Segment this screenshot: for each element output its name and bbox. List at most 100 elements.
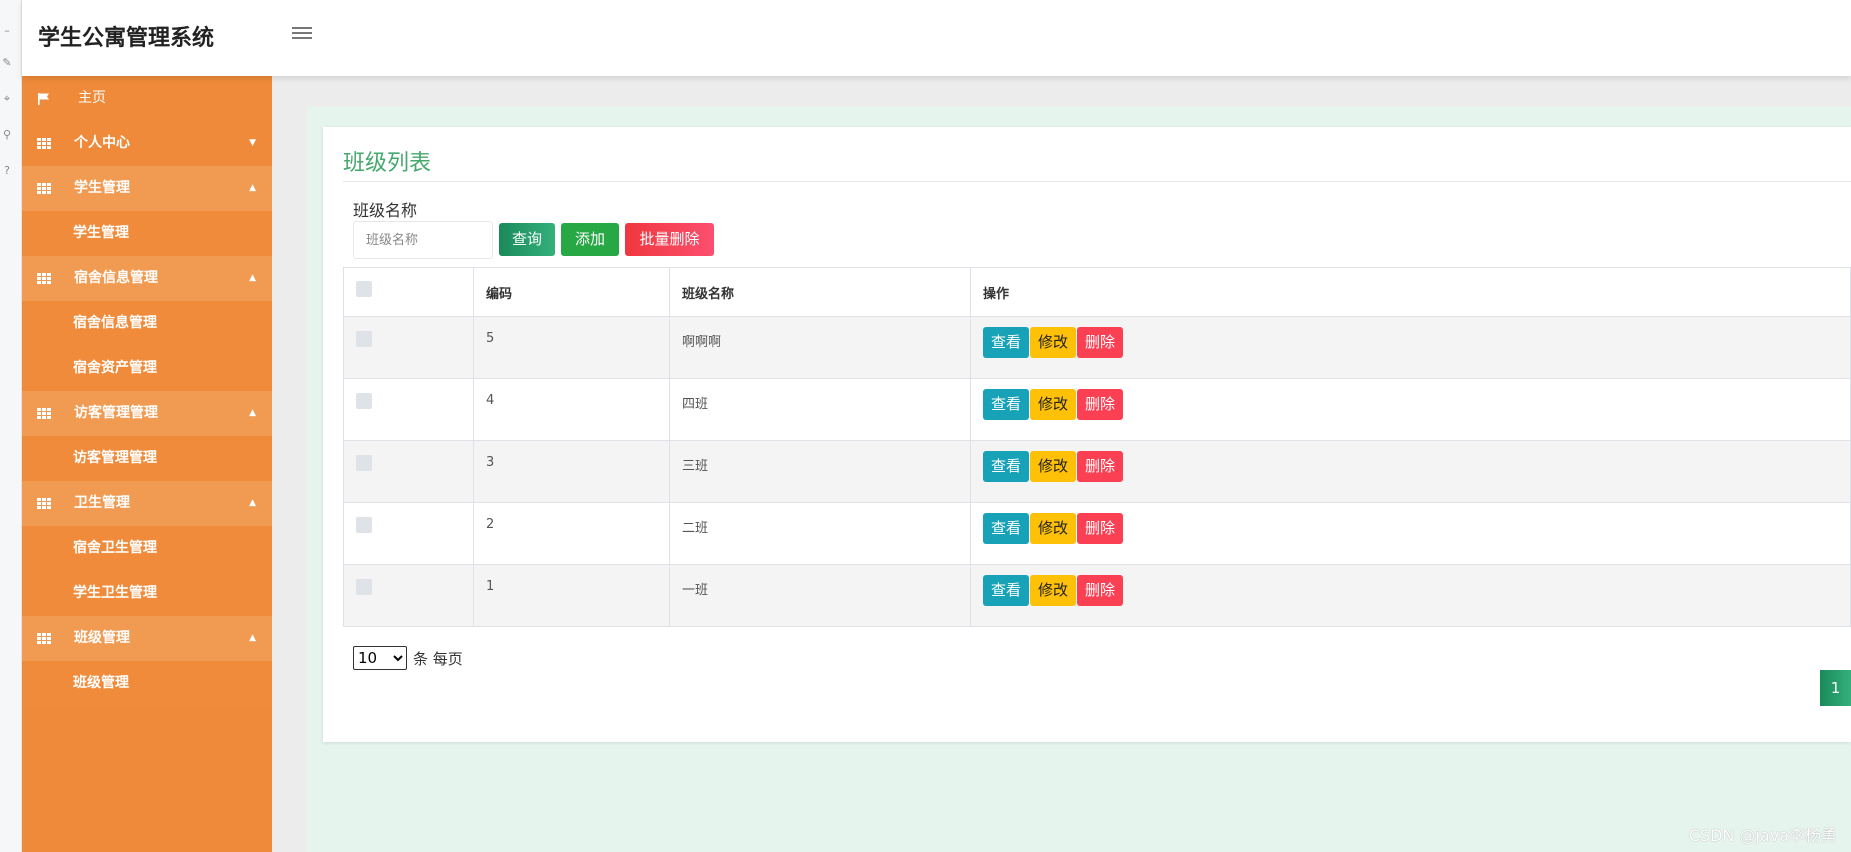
table-row: 5 啊啊啊 查看 修改 删除 — [343, 316, 1851, 379]
actions-cell: 查看 修改 删除 — [970, 316, 1851, 379]
table-row: 3 三班 查看 修改 删除 — [343, 440, 1851, 503]
delete-button[interactable]: 删除 — [1077, 575, 1124, 606]
pen-icon[interactable]: ✎ — [0, 56, 14, 70]
grid-icon — [36, 616, 52, 661]
view-button[interactable]: 查看 — [983, 327, 1030, 358]
sidebar-group-label: 班级管理 — [74, 630, 130, 646]
app-title: 学生公寓管理系统 — [38, 26, 215, 51]
select-cell — [343, 378, 474, 441]
sidebar-subitem[interactable]: 班级管理 — [22, 661, 272, 706]
edit-button[interactable]: 修改 — [1030, 327, 1077, 358]
batch-delete-button[interactable]: 批量删除 — [625, 223, 714, 256]
column-header: 班级名称 — [669, 267, 971, 317]
select-all-checkbox[interactable] — [356, 281, 372, 297]
sidebar-group-students[interactable]: 学生管理 ▲ — [22, 166, 272, 211]
view-button[interactable]: 查看 — [983, 575, 1030, 606]
class-name-cell: 一班 — [669, 564, 971, 627]
code-cell: 4 — [473, 378, 670, 441]
code-cell: 1 — [473, 564, 670, 627]
page-size-control: 10 条 每页 — [353, 646, 463, 670]
delete-button[interactable]: 删除 — [1077, 451, 1124, 482]
sidebar-subitem[interactable]: 宿舍卫生管理 — [22, 526, 272, 571]
edit-button[interactable]: 修改 — [1030, 575, 1077, 606]
class-name-cell: 啊啊啊 — [669, 316, 971, 379]
class-name-cell: 二班 — [669, 502, 971, 565]
minus-icon[interactable]: – — [0, 24, 14, 38]
caret-up-icon: ▲ — [249, 633, 256, 643]
page-size-suffix: 条 每页 — [413, 649, 463, 668]
code-cell: 5 — [473, 316, 670, 379]
column-header: 操作 — [970, 267, 1851, 317]
edge-toolbar: – ✎ ⌖ ⚲ ? — [0, 0, 22, 852]
edit-button[interactable]: 修改 — [1030, 451, 1077, 482]
delete-button[interactable]: 删除 — [1077, 389, 1124, 420]
query-button[interactable]: 查询 — [499, 223, 555, 256]
watermark: CSDN @java李杨勇 — [1688, 826, 1837, 845]
row-checkbox[interactable] — [356, 331, 372, 347]
select-all-cell — [343, 267, 474, 317]
sidebar-group-label: 卫生管理 — [74, 495, 130, 511]
grid-icon — [36, 121, 52, 166]
sidebar-item-label: 主页 — [78, 90, 106, 106]
edit-button[interactable]: 修改 — [1030, 389, 1077, 420]
menu-toggle-icon[interactable] — [290, 24, 314, 44]
sidebar-subitem[interactable]: 宿舍资产管理 — [22, 346, 272, 391]
sidebar-group-label: 宿舍信息管理 — [74, 270, 158, 286]
grid-icon — [36, 391, 52, 436]
row-checkbox[interactable] — [356, 579, 372, 595]
edit-button[interactable]: 修改 — [1030, 513, 1077, 544]
select-cell — [343, 564, 474, 627]
actions-cell: 查看 修改 删除 — [970, 440, 1851, 503]
class-name-search-input[interactable] — [353, 221, 493, 259]
delete-button[interactable]: 删除 — [1077, 327, 1124, 358]
sidebar-group-label: 访客管理管理 — [74, 405, 158, 421]
sidebar-group-classes[interactable]: 班级管理 ▲ — [22, 616, 272, 661]
row-checkbox[interactable] — [356, 455, 372, 471]
actions-cell: 查看 修改 删除 — [970, 502, 1851, 565]
sidebar-subitem[interactable]: 学生管理 — [22, 211, 272, 256]
add-button[interactable]: 添加 — [561, 223, 619, 256]
flag-icon — [36, 76, 52, 121]
pagination-page-button[interactable]: 1 — [1820, 670, 1851, 706]
row-checkbox[interactable] — [356, 517, 372, 533]
caret-up-icon: ▲ — [249, 183, 256, 193]
code-cell: 2 — [473, 502, 670, 565]
top-header: 学生公寓管理系统 — [22, 0, 1851, 76]
view-button[interactable]: 查看 — [983, 513, 1030, 544]
view-button[interactable]: 查看 — [983, 451, 1030, 482]
page-size-select[interactable]: 10 — [353, 646, 407, 670]
row-checkbox[interactable] — [356, 393, 372, 409]
column-header: 编码 — [473, 267, 670, 317]
pin-icon[interactable]: ⌖ — [0, 92, 14, 106]
link-icon[interactable]: ⚲ — [0, 128, 14, 142]
delete-button[interactable]: 删除 — [1077, 513, 1124, 544]
view-button[interactable]: 查看 — [983, 389, 1030, 420]
code-cell: 3 — [473, 440, 670, 503]
grid-icon — [36, 166, 52, 211]
sidebar-subitem[interactable]: 访客管理管理 — [22, 436, 272, 481]
search-label: 班级名称 — [353, 201, 418, 220]
select-cell — [343, 502, 474, 565]
actions-cell: 查看 修改 删除 — [970, 378, 1851, 441]
sidebar-item-home[interactable]: 主页 — [22, 76, 272, 121]
sidebar-group-visitors[interactable]: 访客管理管理 ▲ — [22, 391, 272, 436]
table-row: 2 二班 查看 修改 删除 — [343, 502, 1851, 565]
sidebar-subitem[interactable]: 学生卫生管理 — [22, 571, 272, 616]
caret-up-icon: ▲ — [249, 273, 256, 283]
table-row: 1 一班 查看 修改 删除 — [343, 564, 1851, 627]
help-icon[interactable]: ? — [0, 164, 14, 178]
grid-icon — [36, 256, 52, 301]
page-title: 班级列表 — [343, 151, 432, 176]
sidebar-group-personal[interactable]: 个人中心 ▼ — [22, 121, 272, 166]
grid-icon — [36, 481, 52, 526]
select-cell — [343, 316, 474, 379]
sidebar-group-hygiene[interactable]: 卫生管理 ▲ — [22, 481, 272, 526]
class-name-cell: 三班 — [669, 440, 971, 503]
actions-cell: 查看 修改 删除 — [970, 564, 1851, 627]
sidebar-subitem[interactable]: 宿舍信息管理 — [22, 301, 272, 346]
sidebar-group-dorm-info[interactable]: 宿舍信息管理 ▲ — [22, 256, 272, 301]
sidebar-group-label: 学生管理 — [74, 180, 130, 196]
sidebar: 主页 个人中心 ▼ 学生管理 ▲ 学生管理 宿舍信息管理 ▲ 宿舍信息管理 宿舍… — [22, 76, 272, 852]
caret-down-icon: ▼ — [249, 138, 256, 148]
table-row: 4 四班 查看 修改 删除 — [343, 378, 1851, 441]
